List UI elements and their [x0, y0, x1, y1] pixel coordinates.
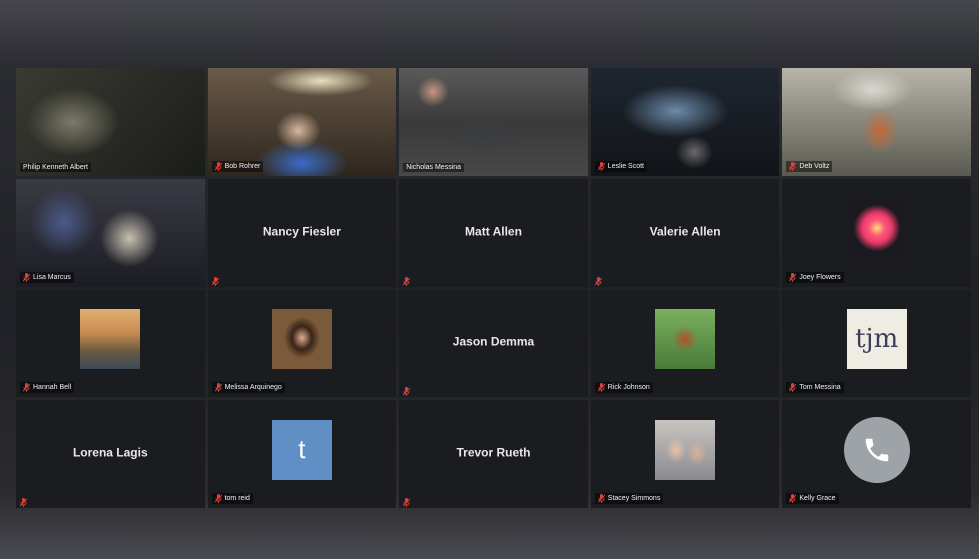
participant-display-name: Matt Allen: [465, 224, 522, 239]
muted-mic-icon: [789, 494, 797, 503]
participant-name-label: Leslie Scott: [607, 162, 644, 170]
participant-tile-stacey-simmons[interactable]: Stacey Simmons: [590, 400, 780, 508]
muted-mic-icon: [214, 161, 222, 171]
participant-name-label: Kelly Grace: [799, 495, 836, 502]
participant-name-label: Hannah Bell: [33, 384, 72, 392]
muted-mic-icon: [402, 494, 411, 507]
participant-tile-joey-flowers[interactable]: Joey Flowers: [782, 178, 971, 287]
muted-mic-icon: [22, 383, 31, 393]
muted-mic-icon: [214, 383, 222, 393]
participant-name-tag: Hannah Bell: [20, 382, 75, 394]
participant-name-label: Bob Rohrer: [224, 162, 261, 170]
participant-tile-nicholas-messina[interactable]: Nicholas Messina: [399, 68, 588, 176]
gallery-view-grid: Philip Kenneth Albert Bob Rohrer Nicholas …: [16, 68, 971, 508]
participant-name-tag: Melissa Arquinego: [211, 382, 285, 394]
participant-tile-rick-johnson[interactable]: Rick Johnson: [590, 289, 780, 398]
participant-name-label: Rick Johnson: [607, 384, 650, 392]
muted-mic-icon: [789, 272, 797, 282]
muted-mic-icon: [402, 273, 411, 286]
phone-icon: [843, 416, 910, 483]
participant-video: [207, 68, 397, 176]
participant-name-tag: Lisa Marcus: [20, 271, 74, 283]
tjm-logo: tjm: [846, 309, 907, 370]
participant-name-tag: Kelly Grace: [786, 493, 839, 504]
participant-tile-tom-reid[interactable]: t tom reid: [207, 400, 397, 508]
participant-name-tag: Deb Voltz: [786, 160, 833, 172]
participant-name-tag: Bob Rohrer: [211, 160, 264, 172]
participant-display-name: Nancy Fiesler: [262, 224, 341, 239]
flower-avatar: [846, 198, 907, 259]
participant-tile-leslie-scott[interactable]: Leslie Scott: [590, 68, 780, 176]
participant-video: [782, 68, 971, 176]
muted-mic-icon: [211, 273, 219, 286]
muted-mic-icon: [597, 161, 606, 171]
participant-name-label: tom reid: [224, 495, 250, 502]
participant-name-label: Nicholas Messina: [406, 163, 462, 171]
participant-tile-bob-rohrer[interactable]: Bob Rohrer: [207, 68, 397, 176]
participant-video: [399, 68, 588, 176]
participant-display-name: Valerie Allen: [649, 224, 721, 239]
participant-name-label: Tom Messina: [799, 384, 841, 392]
participant-tile-kelly-grace[interactable]: Kelly Grace: [782, 400, 971, 508]
participant-tile-nancy-fiesler[interactable]: Nancy Fiesler: [207, 178, 397, 287]
participant-tile-deb-voltz[interactable]: Deb Voltz: [782, 68, 971, 176]
muted-mic-icon: [789, 383, 797, 393]
muted-mic-icon: [19, 494, 28, 507]
participant-name-label: Deb Voltz: [799, 162, 830, 170]
landscape-avatar: [80, 309, 141, 370]
participant-name-tag: Rick Johnson: [594, 382, 653, 394]
participant-tile-valerie-allen[interactable]: Valerie Allen: [590, 178, 780, 287]
muted-mic-icon: [214, 494, 222, 503]
participant-name-tag: Nicholas Messina: [403, 162, 465, 172]
participant-tile-jason-demma[interactable]: Jason Demma: [399, 289, 588, 398]
participant-tile-hannah-bell[interactable]: Hannah Bell: [16, 289, 205, 398]
muted-mic-icon: [402, 383, 411, 397]
participant-tile-trevor-rueth[interactable]: Trevor Rueth: [399, 400, 588, 508]
participant-name-tag: Tom Messina: [786, 382, 844, 394]
participant-name-label: Stacey Simmons: [607, 495, 661, 502]
muted-mic-icon: [594, 273, 603, 286]
participant-name-tag: Stacey Simmons: [594, 493, 664, 504]
muted-mic-icon: [789, 161, 797, 171]
participant-name-tag: Philip Kenneth Albert: [20, 162, 91, 172]
participant-tile-tom-messina[interactable]: tjm Tom Messina: [782, 289, 971, 398]
participant-tile-melissa-arquinego[interactable]: Melissa Arquinego: [207, 289, 397, 398]
participant-tile-matt-allen[interactable]: Matt Allen: [399, 178, 588, 287]
muted-mic-icon: [597, 494, 606, 503]
muted-mic-icon: [22, 272, 31, 282]
letter-avatar: t: [271, 419, 332, 480]
participant-name-tag: Joey Flowers: [786, 271, 844, 283]
participant-name-label: Melissa Arquinego: [224, 384, 282, 392]
participant-name-label: Joey Flowers: [799, 273, 841, 281]
participant-name-label: Lisa Marcus: [33, 273, 71, 281]
chicken-avatar: [655, 309, 716, 370]
participant-video: [590, 68, 780, 176]
muted-mic-icon: [597, 383, 606, 393]
participant-tile-lorena-lagis[interactable]: Lorena Lagis: [16, 400, 205, 508]
participant-display-name: Lorena Lagis: [72, 445, 148, 460]
participant-display-name: Jason Demma: [452, 334, 535, 349]
participant-name-label: Philip Kenneth Albert: [23, 163, 88, 171]
participant-video: [16, 68, 205, 176]
participant-tile-lisa-marcus[interactable]: Lisa Marcus: [16, 178, 205, 287]
family-avatar: [655, 419, 716, 480]
participant-name-tag: Leslie Scott: [594, 160, 647, 172]
participant-video: [16, 178, 205, 287]
portrait-avatar: [271, 309, 332, 370]
participant-name-tag: tom reid: [211, 493, 253, 504]
participant-display-name: Trevor Rueth: [456, 445, 531, 460]
participant-tile-philip-kenneth-albert[interactable]: Philip Kenneth Albert: [16, 68, 205, 176]
